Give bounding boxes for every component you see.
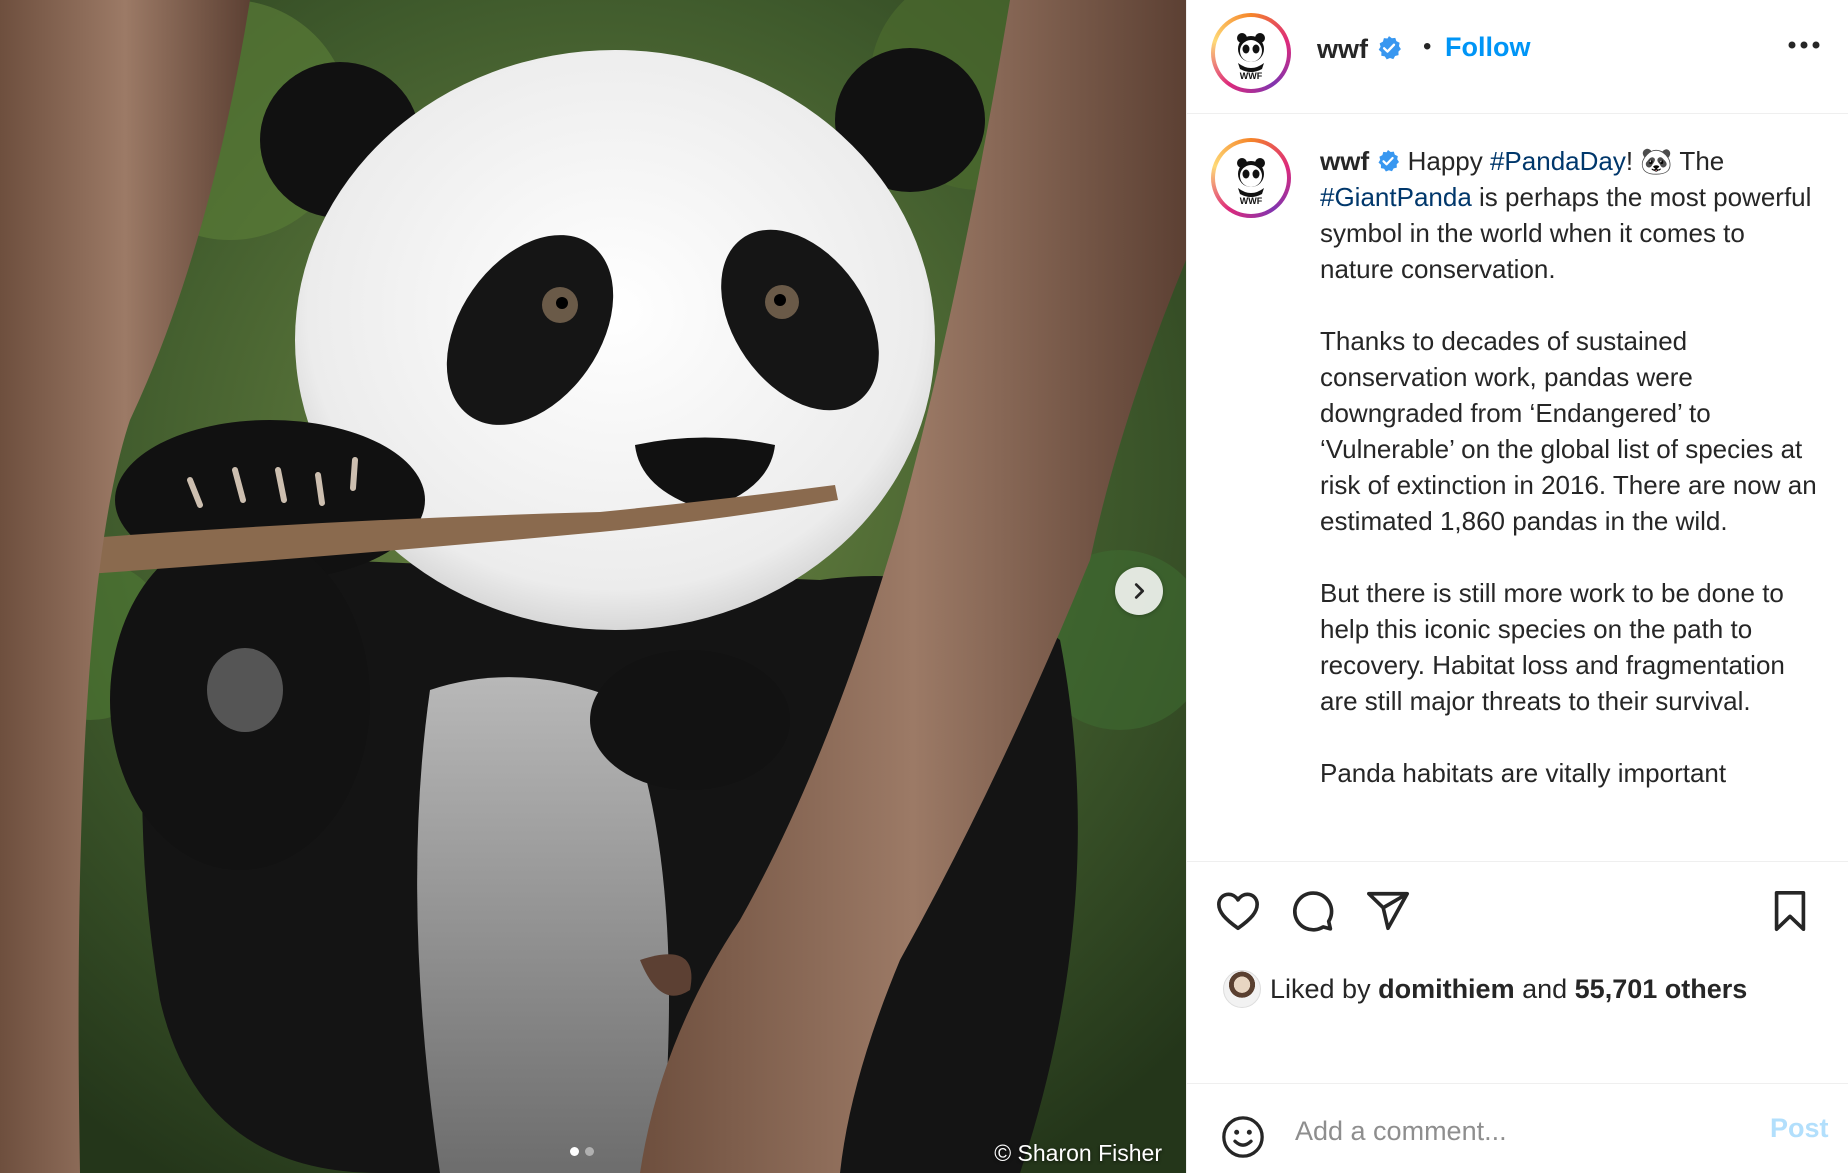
instagram-post: © Sharon Fisher WWF wwf • Follow WWF wwf… bbox=[0, 0, 1848, 1173]
hashtag-link[interactable]: #PandaDay bbox=[1490, 146, 1626, 176]
verified-badge-icon bbox=[1378, 150, 1400, 172]
likes-summary: Liked by domithiem and 55,701 others bbox=[1223, 970, 1747, 1008]
caption-paragraph: But there is still more work to be done … bbox=[1320, 578, 1785, 716]
profile-avatar[interactable]: WWF bbox=[1211, 13, 1291, 93]
liker-username[interactable]: domithiem bbox=[1378, 974, 1515, 1005]
comment-bar: Post bbox=[1187, 1083, 1848, 1173]
caption-paragraph: wwf Happy #PandaDay! 🐼 The #GiantPanda i… bbox=[1320, 146, 1812, 284]
photo-credit: © Sharon Fisher bbox=[994, 1140, 1162, 1166]
caption-paragraph: Panda habitats are vitally important bbox=[1320, 758, 1727, 788]
profile-username[interactable]: wwf bbox=[1317, 34, 1402, 65]
wwf-panda-logo: WWF bbox=[1237, 33, 1265, 81]
post-media[interactable]: © Sharon Fisher bbox=[0, 0, 1186, 1173]
caption-username[interactable]: wwf bbox=[1320, 146, 1369, 176]
chevron-right-icon bbox=[1134, 583, 1145, 599]
svg-text:WWF: WWF bbox=[1240, 71, 1263, 81]
post-header: WWF wwf • Follow bbox=[1187, 0, 1848, 114]
caption-scroll-area[interactable]: WWF wwf Happy #PandaDay! 🐼 The #GiantPan… bbox=[1187, 114, 1848, 862]
caption-paragraph: Thanks to decades of sustained conservat… bbox=[1320, 326, 1817, 536]
comment-icon[interactable] bbox=[1289, 888, 1335, 934]
panda-photo bbox=[0, 0, 1186, 1173]
post-actions bbox=[1187, 888, 1848, 938]
carousel-dot-active bbox=[570, 1147, 579, 1156]
post-caption: wwf Happy #PandaDay! 🐼 The #GiantPanda i… bbox=[1320, 143, 1820, 827]
heart-icon[interactable] bbox=[1215, 888, 1261, 934]
svg-text:WWF: WWF bbox=[1240, 196, 1263, 206]
carousel-dot bbox=[585, 1147, 594, 1156]
hashtag-link[interactable]: #GiantPanda bbox=[1320, 182, 1472, 212]
comment-input[interactable] bbox=[1293, 1110, 1747, 1152]
next-slide-button[interactable] bbox=[1115, 567, 1163, 615]
liker-avatar[interactable] bbox=[1223, 970, 1261, 1008]
emoji-icon[interactable] bbox=[1220, 1114, 1266, 1160]
likes-count[interactable]: 55,701 others bbox=[1575, 974, 1748, 1005]
follow-button[interactable]: Follow bbox=[1445, 32, 1530, 63]
wwf-panda-logo: WWF bbox=[1237, 158, 1265, 206]
header-separator: • bbox=[1423, 33, 1432, 60]
post-sidebar: WWF wwf • Follow WWF wwf Happy #PandaDay… bbox=[1186, 0, 1848, 1173]
share-icon[interactable] bbox=[1365, 888, 1411, 934]
post-comment-button[interactable]: Post bbox=[1770, 1113, 1829, 1144]
more-horizontal-icon[interactable] bbox=[1787, 40, 1821, 50]
carousel-indicator bbox=[570, 1147, 594, 1156]
caption-avatar[interactable]: WWF bbox=[1211, 138, 1291, 218]
verified-badge-icon bbox=[1378, 36, 1401, 60]
bookmark-icon[interactable] bbox=[1767, 888, 1813, 934]
